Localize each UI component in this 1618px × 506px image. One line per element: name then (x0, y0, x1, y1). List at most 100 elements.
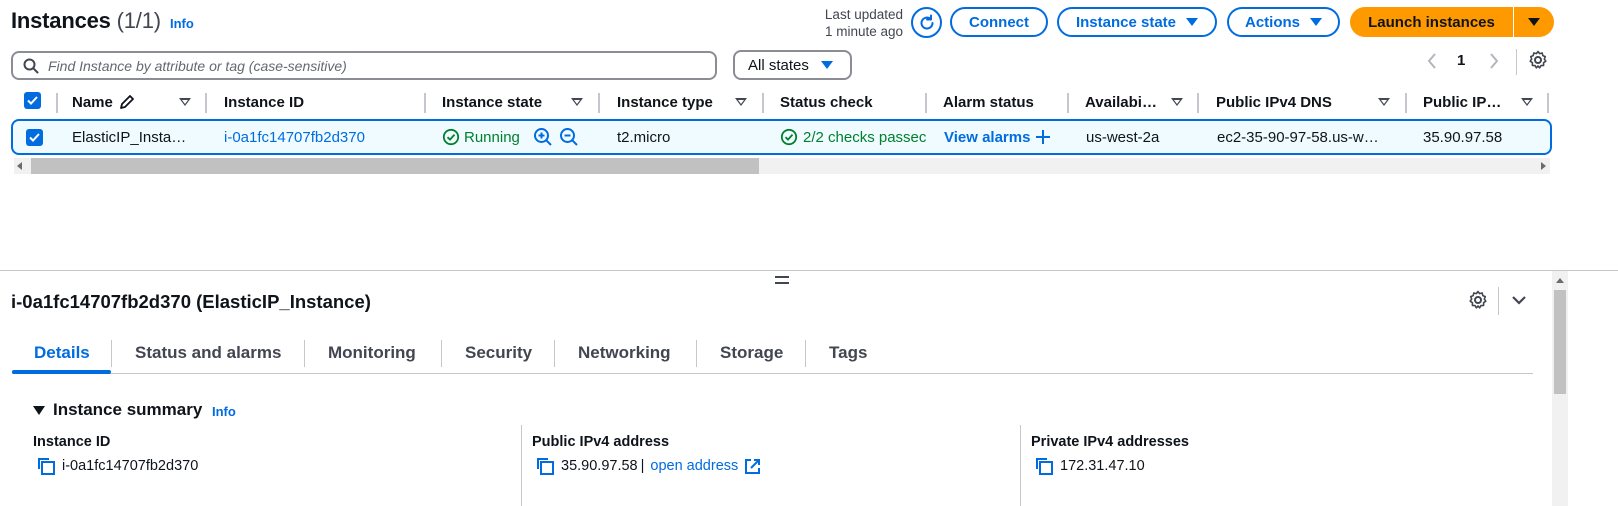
column-header-instance-state[interactable]: Instance state (442, 88, 542, 116)
column-header-public-dns[interactable]: Public IPv4 DNS (1216, 88, 1332, 116)
zoom-in-button[interactable] (533, 121, 553, 153)
actions-button[interactable]: Actions (1227, 7, 1340, 37)
sort-icon[interactable] (1171, 98, 1183, 106)
search-icon (23, 58, 39, 73)
search-field[interactable] (11, 51, 717, 80)
scrollbar-thumb[interactable] (1554, 290, 1566, 394)
info-link[interactable]: Info (170, 16, 194, 31)
row-checkbox[interactable] (26, 129, 43, 146)
tab-monitoring[interactable]: Monitoring (328, 339, 416, 373)
summary-info-link[interactable]: Info (212, 404, 236, 419)
column-header-instance-type[interactable]: Instance type (617, 88, 713, 116)
cell-instance-state: Running (442, 121, 520, 153)
page-number[interactable]: 1 (1457, 52, 1465, 69)
scroll-left-icon[interactable] (17, 162, 22, 170)
column-header-public-ip[interactable]: Public IP… (1423, 88, 1501, 116)
copy-icon[interactable] (36, 456, 56, 476)
column-divider (205, 93, 207, 113)
connect-button[interactable]: Connect (950, 7, 1048, 37)
cell-name[interactable]: ElasticIP_Insta… (72, 121, 186, 153)
view-alarms-link[interactable]: View alarms (944, 121, 1051, 153)
refresh-button[interactable] (911, 7, 942, 38)
instance-state-label: Instance state (1075, 13, 1177, 31)
sort-icon[interactable] (179, 98, 191, 106)
public-ipv4-value: 35.90.97.58 (561, 458, 638, 474)
sort-icon[interactable] (1378, 98, 1390, 106)
external-link-icon[interactable] (744, 458, 761, 475)
check-icon (27, 96, 38, 105)
copy-icon[interactable] (1034, 456, 1054, 476)
panel-divider (0, 270, 1618, 271)
column-header-availability-zone[interactable]: Availabi… (1085, 88, 1157, 116)
column-divider (1020, 425, 1021, 506)
column-divider (1547, 93, 1549, 113)
status-check-label: 2/2 checks passec (803, 128, 926, 146)
states-select[interactable]: All states (733, 50, 852, 80)
select-all-checkbox[interactable] (24, 92, 41, 109)
sort-icon[interactable] (571, 98, 583, 106)
column-divider (1067, 93, 1069, 113)
column-divider (56, 93, 58, 113)
open-address-link[interactable]: open address (650, 458, 738, 474)
table-header: Name Instance ID Instance state Instance… (11, 88, 1551, 116)
column-header-alarm-status[interactable]: Alarm status (943, 88, 1034, 116)
instance-id-link[interactable]: i-0a1fc14707fb2d370 (224, 121, 365, 153)
caret-down-icon (33, 405, 45, 415)
chevron-right-icon (1490, 53, 1499, 69)
zoom-out-button[interactable] (559, 121, 579, 153)
detail-title: i-0a1fc14707fb2d370 (ElasticIP_Instance) (11, 291, 371, 312)
connect-label: Connect (969, 13, 1029, 31)
tab-networking[interactable]: Networking (578, 339, 671, 373)
scrollbar-thumb[interactable] (31, 158, 759, 174)
tab-divider (304, 340, 305, 367)
instance-state-button[interactable]: Instance state (1057, 7, 1217, 37)
launch-label: Launch instances (1368, 13, 1495, 31)
tab-storage[interactable]: Storage (720, 339, 783, 373)
scroll-right-icon[interactable] (1541, 162, 1546, 170)
search-input[interactable] (48, 57, 688, 74)
tab-divider (554, 340, 555, 367)
cell-availability-zone: us-west-2a (1086, 128, 1160, 146)
resize-handle[interactable] (775, 276, 789, 288)
tab-tags[interactable]: Tags (829, 339, 867, 373)
column-divider (762, 93, 764, 113)
detail-preferences-button[interactable] (1468, 290, 1488, 315)
chevron-left-icon (1427, 53, 1436, 69)
instance-count: (1/1) (116, 8, 161, 33)
copy-icon[interactable] (535, 456, 555, 476)
last-updated-time: 1 minute ago (824, 24, 903, 39)
states-label: All states (748, 56, 809, 74)
chevron-down-icon (820, 61, 833, 69)
state-label: Running (464, 128, 520, 146)
table-preferences-button[interactable] (1528, 50, 1548, 75)
last-updated: Last updated 1 minute ago (790, 6, 903, 40)
collapse-button[interactable] (1510, 291, 1528, 314)
tab-status-and-alarms[interactable]: Status and alarms (135, 339, 281, 373)
sort-icon[interactable] (1521, 98, 1533, 106)
field-label-public-ipv4: Public IPv4 address (532, 434, 670, 450)
cell-public-ip: 35.90.97.58 (1423, 128, 1503, 146)
table-row[interactable]: ElasticIP_Insta… i-0a1fc14707fb2d370 Run… (11, 119, 1552, 155)
tab-details[interactable]: Details (34, 339, 90, 373)
scroll-up-icon[interactable] (1556, 278, 1564, 283)
success-icon (780, 128, 798, 146)
instance-summary-toggle[interactable]: Instance summary (33, 400, 202, 420)
tab-divider (111, 340, 112, 367)
launch-dropdown-button[interactable] (1514, 7, 1554, 37)
column-divider (1405, 93, 1407, 113)
launch-instances-button[interactable]: Launch instances (1350, 7, 1513, 37)
gear-icon (1469, 290, 1487, 309)
column-header-status-check[interactable]: Status check (780, 88, 873, 116)
next-page-button[interactable] (1488, 52, 1504, 72)
actions-label: Actions (1244, 13, 1300, 31)
column-header-instance-id[interactable]: Instance ID (224, 88, 304, 116)
column-header-name[interactable]: Name (72, 88, 136, 116)
tab-divider (441, 340, 442, 367)
column-divider (598, 93, 600, 113)
tab-divider (696, 340, 697, 367)
previous-page-button[interactable] (1426, 52, 1442, 72)
tab-security[interactable]: Security (465, 339, 532, 373)
sort-icon[interactable] (735, 98, 747, 106)
value-separator: | (640, 458, 645, 474)
private-ipv4-value: 172.31.47.10 (1060, 458, 1145, 474)
